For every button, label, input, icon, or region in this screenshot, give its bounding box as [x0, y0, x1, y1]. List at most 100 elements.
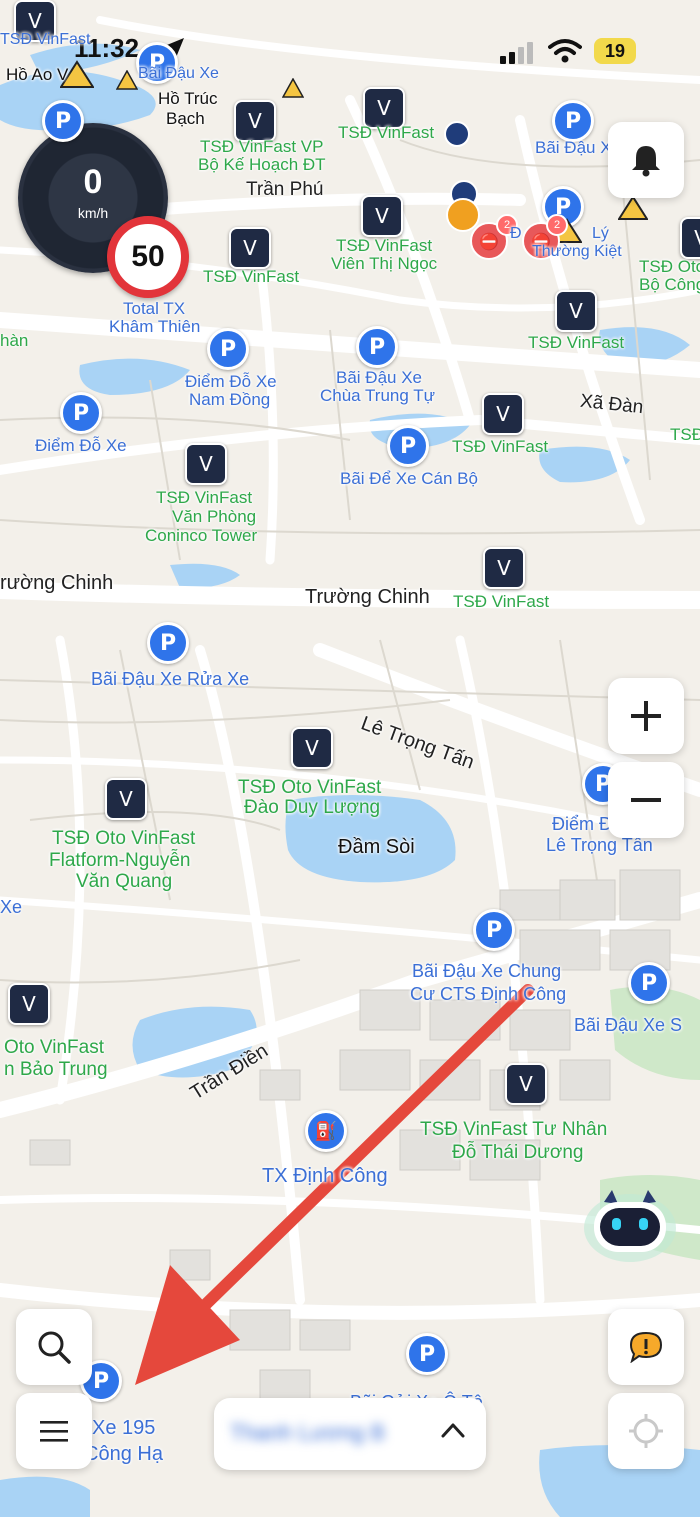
battery-indicator: 19: [594, 38, 636, 64]
menu-button[interactable]: [16, 1393, 92, 1469]
zoom-in-button[interactable]: [608, 678, 684, 754]
speed-value: 0: [83, 163, 103, 201]
map-label[interactable]: TSĐ VinFast: [203, 268, 299, 286]
map-label[interactable]: TSĐ VinFast: [336, 237, 432, 255]
vinfast-station-icon[interactable]: V: [8, 983, 50, 1025]
vinfast-station-icon[interactable]: V: [361, 195, 403, 237]
map-label[interactable]: Bãi Đậu Xe S: [574, 1016, 682, 1035]
map-label[interactable]: Total TX: [123, 300, 185, 318]
map-label[interactable]: Công Hạ: [84, 1444, 163, 1465]
street-label[interactable]: rường Chinh: [0, 573, 113, 594]
map-label[interactable]: Bạch: [166, 110, 205, 128]
map-label[interactable]: TSĐ VinFast VP: [200, 138, 323, 156]
search-button[interactable]: [16, 1309, 92, 1385]
plus-icon: [631, 701, 661, 731]
roadwork-warning-icon[interactable]: [618, 195, 648, 221]
parking-icon[interactable]: P: [356, 326, 398, 368]
map-label[interactable]: TSĐ VinFast: [453, 593, 549, 611]
map-label[interactable]: TSĐ VinFast: [452, 438, 548, 456]
vinfast-station-icon[interactable]: V: [482, 393, 524, 435]
map-label[interactable]: Văn Phòng: [172, 508, 256, 526]
map-label[interactable]: Đ: [510, 225, 522, 243]
map-label[interactable]: Viên Thị Ngọc: [331, 255, 437, 273]
parking-icon[interactable]: P: [42, 100, 84, 142]
map-label[interactable]: Văn Quang: [76, 872, 172, 892]
roadwork-warning-icon[interactable]: [282, 78, 304, 98]
map-label[interactable]: Bãi Đậu Xe Chung: [412, 962, 561, 981]
current-street-name: Thanh Lương B: [230, 1420, 386, 1445]
street-label[interactable]: Trần Phú: [246, 180, 323, 200]
my-location-button[interactable]: [608, 1393, 684, 1469]
minus-icon: [631, 798, 661, 802]
map-label[interactable]: TSĐ Oto VinFast: [238, 778, 381, 798]
map-label[interactable]: hàn: [0, 332, 28, 350]
map-label[interactable]: TSĐ VinFast: [0, 31, 90, 49]
map-label[interactable]: Khâm Thiên: [109, 318, 200, 336]
parking-icon[interactable]: P: [406, 1333, 448, 1375]
report-bubble-icon: [629, 1331, 663, 1363]
map-label[interactable]: Điểm Đỗ Xe: [185, 373, 277, 391]
map-label[interactable]: Điểm Đ: [552, 815, 612, 834]
vinfast-station-icon[interactable]: V: [483, 547, 525, 589]
map-label[interactable]: TSĐ VinFast: [338, 124, 434, 142]
vinfast-station-icon[interactable]: V: [291, 727, 333, 769]
report-button[interactable]: [608, 1309, 684, 1385]
chevron-up-icon[interactable]: [440, 1420, 466, 1440]
parking-icon[interactable]: P: [628, 962, 670, 1004]
map-label[interactable]: Hồ Ao V: [6, 66, 68, 84]
map-label[interactable]: Bãi Đậu Xe Rửa Xe: [91, 670, 249, 689]
parking-icon[interactable]: P: [147, 622, 189, 664]
map-label[interactable]: TSĐ VinFast: [156, 489, 252, 507]
map-label[interactable]: Chùa Trung Tự: [320, 387, 435, 405]
map-label[interactable]: Coninco Tower: [145, 527, 257, 545]
parking-icon[interactable]: P: [60, 392, 102, 434]
vinfast-station-icon[interactable]: V: [505, 1063, 547, 1105]
assistant-bot-icon[interactable]: [584, 1188, 676, 1262]
map-label[interactable]: Cư CTS Định Công: [410, 985, 566, 1004]
notification-button[interactable]: [608, 122, 684, 198]
vinfast-station-icon[interactable]: V: [229, 227, 271, 269]
roadwork-warning-icon[interactable]: [116, 70, 138, 90]
map-label[interactable]: TSĐ: [670, 426, 700, 444]
map-label[interactable]: Lê Trọng Tấn: [546, 836, 653, 855]
map-label[interactable]: Hồ Trúc: [158, 90, 218, 108]
vinfast-station-icon[interactable]: V: [234, 100, 276, 142]
map-label[interactable]: Xe 195: [92, 1418, 155, 1439]
map-label[interactable]: Thường Kiệt: [532, 243, 622, 261]
map-label[interactable]: TSĐ Oto: [639, 258, 700, 276]
map-label[interactable]: Điểm Đỗ Xe: [35, 437, 127, 455]
parking-icon[interactable]: P: [387, 425, 429, 467]
map-label[interactable]: Oto VinFast: [4, 1038, 104, 1058]
zoom-out-button[interactable]: [608, 762, 684, 838]
lake-label[interactable]: Đầm Sòi: [338, 837, 415, 858]
map-label[interactable]: TX Định Công: [262, 1166, 388, 1187]
map-label[interactable]: Bộ Công: [639, 276, 700, 294]
map-label[interactable]: TSĐ VinFast: [528, 334, 624, 352]
map-label[interactable]: Đỗ Thái Dương: [452, 1143, 584, 1163]
map-label[interactable]: Đào Duy Lượng: [244, 798, 380, 818]
incident-count-badge: 2: [546, 214, 568, 236]
map-label[interactable]: Bộ Kế Hoạch ĐT: [198, 156, 326, 174]
map-label[interactable]: Flatform-Nguyễn: [49, 851, 191, 871]
current-location-bar[interactable]: Thanh Lương B: [214, 1398, 486, 1470]
map-label[interactable]: Bãi Đậu Xe: [336, 369, 422, 387]
map-label[interactable]: TSĐ Oto VinFast: [52, 829, 195, 849]
parking-icon[interactable]: P: [552, 100, 594, 142]
street-label[interactable]: Trường Chinh: [305, 587, 430, 608]
map-label[interactable]: TSĐ VinFast Tư Nhân: [420, 1120, 607, 1140]
camera-icon[interactable]: [444, 121, 470, 147]
map-label[interactable]: Bãi Để Xe Cán Bộ: [340, 470, 478, 488]
map-label[interactable]: Nam Đồng: [189, 391, 270, 409]
speed-limit-sign: 50: [107, 216, 189, 298]
vinfast-station-icon[interactable]: V: [105, 778, 147, 820]
map-label[interactable]: Lý: [592, 225, 609, 243]
vinfast-station-icon[interactable]: V: [555, 290, 597, 332]
parking-icon[interactable]: P: [207, 328, 249, 370]
map-label[interactable]: n Bảo Trung: [4, 1060, 108, 1080]
vinfast-station-icon[interactable]: V: [680, 217, 700, 259]
map-label[interactable]: Bãi Đậu Xe: [138, 65, 219, 83]
map-label[interactable]: Xe: [0, 898, 22, 917]
parking-icon[interactable]: P: [473, 909, 515, 951]
vinfast-station-icon[interactable]: V: [185, 443, 227, 485]
fuel-icon[interactable]: ⛽: [305, 1110, 347, 1152]
